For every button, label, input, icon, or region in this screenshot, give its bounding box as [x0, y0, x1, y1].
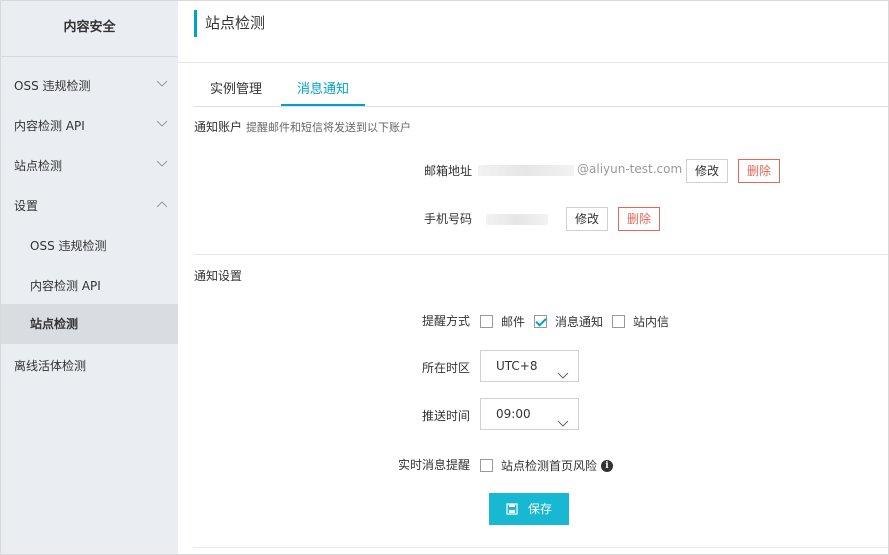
save-label: 保存 — [527, 502, 552, 516]
save-button[interactable]: 保存 — [489, 493, 569, 525]
push-time-label: 推送时间 — [421, 409, 470, 423]
chevron-down-icon — [156, 80, 168, 92]
sidebar-subitem-oss-detection[interactable]: OSS 违规检测 — [1, 226, 178, 266]
page-header: 站点检测 — [178, 1, 888, 63]
timezone-value: UTC+8 — [496, 359, 538, 373]
email-domain: @aliyun-test.com — [577, 162, 683, 176]
sidebar-item-settings[interactable]: 设置 — [1, 186, 178, 226]
sidebar-subitem-site-detection[interactable]: 站点检测 — [1, 304, 178, 344]
email-delete-button[interactable]: 删除 — [738, 159, 780, 183]
sidebar-item-label: 内容检测 API — [14, 119, 85, 133]
chevron-down-icon — [156, 160, 168, 172]
realtime-label: 实时消息提醒 — [397, 458, 470, 472]
chevron-down-icon — [557, 409, 569, 439]
sidebar-item-label: 站点检测 — [14, 159, 63, 173]
message-option-label: 消息通知 — [555, 315, 604, 329]
tab-instance-management[interactable]: 实例管理 — [194, 75, 278, 106]
realtime-option-label: 站点检测首页风险 — [501, 459, 598, 473]
section-title-text: 通知账户 — [194, 120, 243, 134]
email-label: 邮箱地址 — [423, 164, 472, 178]
timezone-label: 所在时区 — [421, 361, 470, 375]
sidebar: 内容安全 OSS 违规检测 内容检测 API 站点检测 设置 OSS 违规检测 … — [1, 1, 178, 554]
sidebar-title: 内容安全 — [1, 1, 178, 57]
chevron-up-icon — [156, 200, 168, 212]
tab-bar: 实例管理 消息通知 — [193, 75, 888, 107]
email-checkbox[interactable] — [480, 315, 493, 328]
realtime-checkbox[interactable] — [480, 459, 493, 472]
section-divider — [193, 254, 888, 255]
phone-delete-button[interactable]: 删除 — [618, 207, 660, 231]
sidebar-item-oss-detection[interactable]: OSS 违规检测 — [1, 66, 178, 106]
sidebar-item-label: 设置 — [14, 199, 39, 213]
sidebar-subitem-content-api[interactable]: 内容检测 API — [1, 266, 178, 306]
realtime-option: 站点检测首页风险 i — [480, 457, 614, 474]
inbox-option-label: 站内信 — [633, 315, 670, 329]
method-label: 提醒方式 — [421, 314, 470, 328]
section-subtitle: 提醒邮件和短信将发送到以下账户 — [246, 121, 412, 134]
phone-edit-button[interactable]: 修改 — [566, 207, 608, 231]
tab-message-notification[interactable]: 消息通知 — [281, 75, 366, 106]
email-option-label: 邮件 — [501, 315, 526, 329]
sidebar-item-label: 站点检测 — [30, 317, 79, 331]
push-time-select[interactable]: 09:00 — [480, 398, 579, 430]
email-edit-button[interactable]: 修改 — [686, 159, 728, 183]
sidebar-item-label: 离线活体检测 — [14, 359, 87, 373]
message-checkbox[interactable] — [534, 315, 548, 328]
sidebar-item-offline-liveness[interactable]: 离线活体检测 — [1, 346, 178, 386]
chevron-down-icon — [557, 361, 569, 391]
sidebar-item-label: 内容检测 API — [30, 279, 101, 293]
main-content: 站点检测 实例管理 消息通知 通知账户 提醒邮件和短信将发送到以下账户 邮箱地址 … — [178, 1, 888, 554]
sidebar-item-label: OSS 违规检测 — [30, 239, 107, 253]
phone-label: 手机号码 — [423, 212, 472, 226]
notify-settings-section-title: 通知设置 — [194, 269, 243, 283]
timezone-select[interactable]: UTC+8 — [480, 350, 579, 382]
bottom-divider — [193, 547, 888, 548]
notify-account-section-title: 通知账户 提醒邮件和短信将发送到以下账户 — [194, 118, 411, 135]
phone-masked-value — [486, 214, 548, 225]
email-masked-value — [478, 165, 574, 176]
save-icon — [506, 503, 518, 515]
page-title: 站点检测 — [205, 14, 266, 32]
chevron-down-icon — [156, 120, 168, 132]
sidebar-item-site-detection[interactable]: 站点检测 — [1, 146, 178, 186]
push-time-value: 09:00 — [496, 407, 531, 421]
method-options: 邮件 消息通知 站内信 — [480, 313, 678, 330]
sidebar-item-content-api[interactable]: 内容检测 API — [1, 106, 178, 146]
sidebar-item-label: OSS 违规检测 — [14, 79, 91, 93]
info-icon[interactable]: i — [601, 459, 614, 472]
inbox-checkbox[interactable] — [612, 315, 626, 328]
title-accent-bar — [194, 10, 197, 37]
